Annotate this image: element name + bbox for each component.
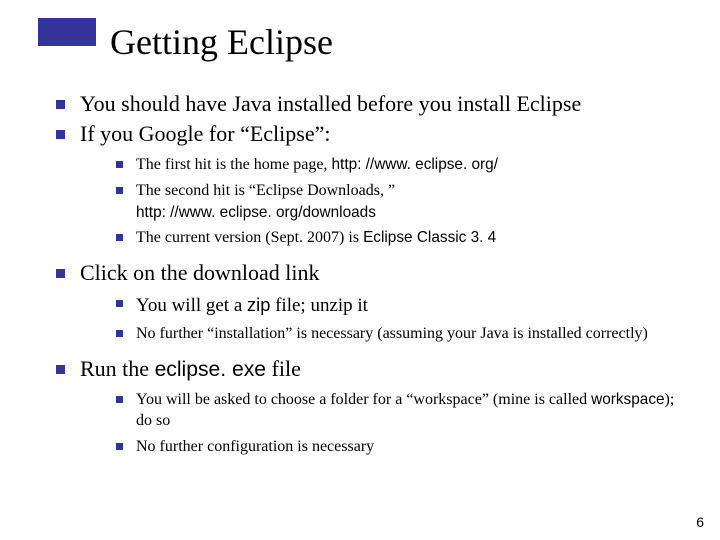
zip-text: zip — [247, 294, 270, 315]
subbullet-workspace: You will be asked to choose a folder for… — [114, 389, 680, 432]
subbullet-text: No further “installation” is necessary (… — [136, 325, 648, 342]
title-accent-bar — [38, 18, 96, 46]
subbullet-text: The first hit is the home page, — [136, 156, 332, 173]
bullet-text: Click on the download link — [80, 260, 320, 285]
bullet-text: You should have Java installed before yo… — [80, 91, 581, 116]
bullet-text: file — [266, 356, 301, 381]
subbullet-no-install: No further “installation” is necessary (… — [114, 323, 680, 345]
subbullet-text: No further configuration is necessary — [136, 438, 374, 455]
bullet-list-level2: The first hit is the home page, http: //… — [80, 154, 680, 249]
subbullet-homepage: The first hit is the home page, http: //… — [114, 154, 680, 176]
subbullet-version: The current version (Sept. 2007) is Ecli… — [114, 227, 680, 249]
url-text: http: //www. eclipse. org/ — [332, 156, 498, 173]
subbullet-text: You will get a — [136, 295, 247, 316]
subbullet-text: file; unzip it — [270, 295, 368, 316]
bullet-click-download: Click on the download link You will get … — [52, 259, 680, 344]
slide-body: You should have Java installed before yo… — [52, 90, 680, 468]
slide-title: Getting Eclipse — [110, 24, 333, 60]
version-text: Eclipse Classic 3. 4 — [363, 229, 496, 246]
url-text: http: //www. eclipse. org/downloads — [136, 204, 376, 221]
page-number: 6 — [696, 514, 704, 530]
subbullet-no-config: No further configuration is necessary — [114, 436, 680, 458]
bullet-java-prereq: You should have Java installed before yo… — [52, 90, 680, 118]
subbullet-text: The second hit is “Eclipse Downloads, ” — [136, 182, 395, 199]
bullet-list-level2: You will get a zip file; unzip it No fur… — [80, 293, 680, 344]
title-block: Getting Eclipse — [38, 18, 333, 54]
slide: Getting Eclipse You should have Java ins… — [0, 0, 720, 540]
subbullet-text: You will be asked to choose a folder for… — [136, 391, 591, 408]
bullet-run-exe: Run the eclipse. exe file You will be as… — [52, 355, 680, 458]
workspace-text: workspace — [591, 391, 664, 408]
bullet-text: If you Google for “Eclipse”: — [80, 121, 330, 146]
bullet-list-level2: You will be asked to choose a folder for… — [80, 389, 680, 458]
bullet-google-eclipse: If you Google for “Eclipse”: The first h… — [52, 120, 680, 249]
subbullet-zip: You will get a zip file; unzip it — [114, 293, 680, 319]
subbullet-downloads: The second hit is “Eclipse Downloads, ” … — [114, 180, 680, 223]
subbullet-text: The current version (Sept. 2007) is — [136, 229, 363, 246]
bullet-text: Run the — [80, 356, 155, 381]
exe-text: eclipse. exe — [155, 358, 266, 381]
bullet-list-level1: You should have Java installed before yo… — [52, 90, 680, 458]
